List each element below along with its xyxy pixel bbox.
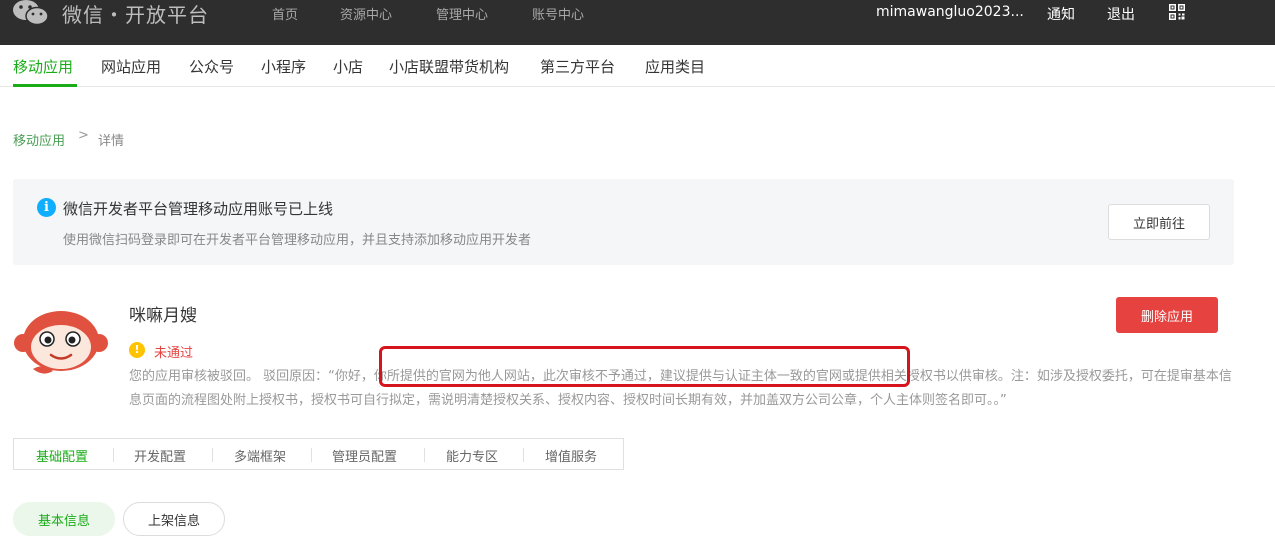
pill-listing-info[interactable]: 上架信息 (123, 502, 225, 536)
notice-banner: i 微信开发者平台管理移动应用账号已上线 使用微信扫码登录即可在开发者平台管理移… (13, 179, 1234, 265)
pill-basic-info[interactable]: 基本信息 (13, 502, 115, 536)
tab-divider (311, 448, 312, 462)
tab-divider (523, 448, 524, 462)
tab-divider (113, 448, 114, 462)
subnav-shop-alliance[interactable]: 小店联盟带货机构 (389, 56, 509, 77)
tab-divider (212, 448, 213, 462)
tab-capability-zone[interactable]: 能力专区 (446, 446, 498, 465)
info-icon: i (37, 198, 56, 217)
subnav-website-app[interactable]: 网站应用 (101, 56, 161, 77)
subnav-third-party[interactable]: 第三方平台 (540, 56, 615, 77)
monkey-avatar (14, 311, 108, 374)
config-tabs: 基础配置 开发配置 多端框架 管理员配置 能力专区 增值服务 (13, 438, 624, 470)
subnav-mini-program[interactable]: 小程序 (261, 56, 306, 77)
chevron-right-icon: > (78, 128, 89, 143)
nav-resource-center[interactable]: 资源中心 (340, 4, 392, 23)
tab-basic-config[interactable]: 基础配置 (36, 446, 88, 465)
subnav-shop[interactable]: 小店 (333, 56, 363, 77)
review-status: 未通过 (154, 346, 194, 361)
tab-dev-config[interactable]: 开发配置 (134, 446, 186, 465)
subnav-app-category[interactable]: 应用类目 (645, 56, 705, 77)
go-now-button[interactable]: 立即前往 (1108, 204, 1210, 240)
wechat-logo-icon[interactable] (12, 0, 50, 26)
tab-divider (424, 448, 425, 462)
tab-multi-framework[interactable]: 多端框架 (234, 446, 286, 465)
delete-app-button[interactable]: 删除应用 (1116, 297, 1218, 333)
active-tab-indicator (13, 84, 77, 87)
top-bar: 微信・开放平台 首页 资源中心 管理中心 账号中心 mimawangluo202… (0, 0, 1275, 45)
notice-description: 使用微信扫码登录即可在开发者平台管理移动应用，并且支持添加移动应用开发者 (63, 233, 532, 248)
subnav-mobile-app[interactable]: 移动应用 (13, 56, 73, 77)
nav-account-center[interactable]: 账号中心 (532, 4, 584, 23)
breadcrumb-parent[interactable]: 移动应用 (13, 130, 65, 149)
qrcode-icon[interactable] (1169, 4, 1185, 20)
nav-management-center[interactable]: 管理中心 (436, 4, 488, 23)
platform-title[interactable]: 微信・开放平台 (62, 0, 209, 28)
notice-title: 微信开发者平台管理移动应用账号已上线 (63, 200, 334, 218)
nav-home[interactable]: 首页 (272, 4, 298, 23)
logout-link[interactable]: 退出 (1107, 4, 1135, 24)
breadcrumb-current: 详情 (98, 134, 125, 149)
tab-admin-config[interactable]: 管理员配置 (332, 446, 397, 465)
notify-link[interactable]: 通知 (1047, 4, 1075, 24)
app-type-nav: 移动应用 网站应用 公众号 小程序 小店 小店联盟带货机构 第三方平台 应用类目 (0, 45, 1275, 87)
username-link[interactable]: mimawangluo2023... (876, 4, 1024, 20)
warning-icon: ! (129, 342, 145, 358)
annotation-highlight-box (379, 346, 910, 387)
subnav-official-account[interactable]: 公众号 (189, 56, 234, 77)
app-name: 咪嘛月嫂 (129, 306, 197, 326)
tab-value-added[interactable]: 增值服务 (545, 446, 597, 465)
